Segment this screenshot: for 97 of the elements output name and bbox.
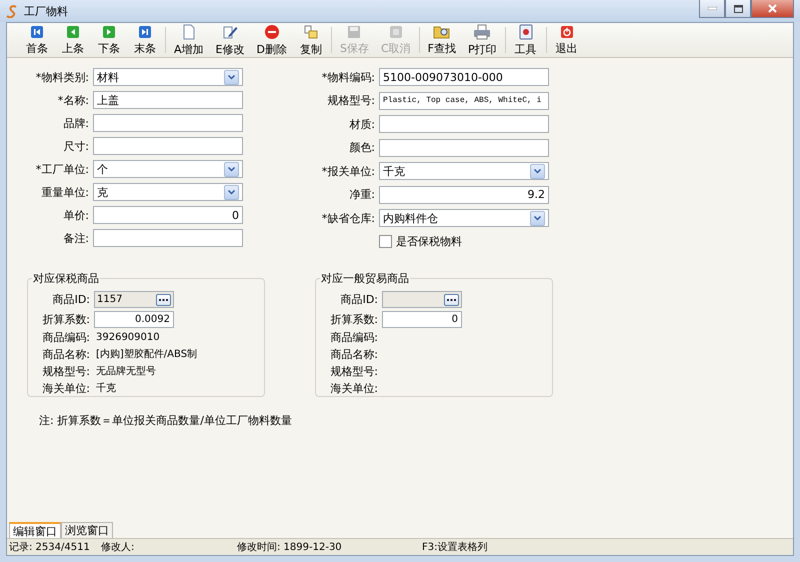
- field-label: 规格型号:: [41, 364, 90, 380]
- toolbar-button[interactable]: D删除: [250, 23, 293, 57]
- chevron-down-icon: [228, 74, 235, 80]
- field-label: *物料类别:: [34, 70, 89, 84]
- field-label: 材质:: [348, 116, 375, 132]
- pencil-icon: [222, 24, 238, 40]
- status-text: 修改人:: [100, 541, 136, 554]
- input-field[interactable]: 0: [382, 311, 462, 328]
- skip-icon: [138, 24, 152, 38]
- dropdown[interactable]: 个: [93, 160, 243, 178]
- minimize-icon: [708, 7, 716, 10]
- toolbar-button[interactable]: E修改: [210, 23, 250, 57]
- dropdown[interactable]: 内购料件仓: [379, 209, 549, 227]
- field-label: 净重:: [348, 187, 375, 202]
- input-field[interactable]: 0.0092: [94, 311, 174, 328]
- chevron-down-icon: [534, 216, 541, 220]
- maximize-icon: [734, 4, 742, 12]
- field-label: 海关单位:: [41, 381, 90, 397]
- copy-icon: [302, 24, 319, 40]
- power-icon: [560, 24, 574, 38]
- input-field[interactable]: [379, 138, 549, 156]
- field-label: *名称:: [56, 92, 89, 108]
- input-field[interactable]: Plastic, Top case, ABS, WhiteC, i: [379, 92, 549, 110]
- field-value: 千克: [95, 382, 116, 396]
- folder-icon: [432, 24, 451, 39]
- dropdown[interactable]: 材料: [93, 68, 243, 86]
- field-label: 重量单位:: [40, 184, 89, 200]
- tab[interactable]: 浏览窗口: [61, 522, 113, 538]
- toolbar-button[interactable]: 首条: [19, 23, 55, 57]
- status-text: F3:设置表格列: [421, 540, 488, 554]
- toolbar-button[interactable]: 上条: [55, 23, 91, 57]
- field-label: 规格型号:: [326, 93, 375, 108]
- ellipsis-button[interactable]: [444, 294, 459, 306]
- window-title: 工厂物料: [24, 4, 69, 18]
- field-label: 海关单位:: [329, 381, 378, 397]
- field-label: 商品编码:: [329, 330, 378, 346]
- toolbar-button[interactable]: 末条: [127, 23, 163, 57]
- lookup-field[interactable]: 1157: [94, 291, 174, 308]
- field-label: 尺寸:: [62, 138, 89, 154]
- field-label: *工厂单位:: [34, 162, 89, 176]
- checkbox[interactable]: [379, 234, 392, 248]
- field-label: 折算系数:: [41, 312, 90, 328]
- minimize-button[interactable]: [699, 0, 725, 18]
- toolbar-button[interactable]: 复制: [292, 23, 329, 57]
- tab[interactable]: 编辑窗口: [9, 522, 61, 538]
- toolbar-button[interactable]: A增加: [168, 23, 210, 57]
- status-text: 记录: 2534/4511: [8, 541, 91, 554]
- group-title: 对应一般贸易商品: [320, 271, 410, 286]
- field-label: 商品编码:: [41, 330, 90, 346]
- input-field[interactable]: [93, 114, 243, 132]
- input-field[interactable]: 9.2: [379, 186, 549, 204]
- field-label: 规格型号:: [329, 364, 378, 380]
- checkbox-label: 是否保税物料: [396, 234, 462, 249]
- toolbar-button[interactable]: 下条: [91, 23, 127, 57]
- toolbar-button[interactable]: F查找: [422, 23, 462, 57]
- dropdown[interactable]: 千克: [379, 162, 549, 180]
- play-icon: [102, 24, 116, 38]
- note-text: 注: 折算系数＝单位报关商品数量/单位工厂物料数量: [39, 413, 293, 428]
- group-title: 对应保税商品: [32, 271, 100, 286]
- toolbar-button[interactable]: 工具: [508, 23, 544, 57]
- field-label: 品牌:: [62, 116, 89, 130]
- input-field[interactable]: 5100-009073010-000: [379, 68, 549, 86]
- field-label: *缺省仓库:: [320, 210, 375, 226]
- toolbar-button[interactable]: 退出: [548, 23, 585, 57]
- close-icon: [768, 4, 777, 13]
- field-label: *报关单位:: [320, 164, 375, 179]
- input-field[interactable]: [379, 115, 549, 133]
- field-value: 无品牌无型号: [95, 364, 156, 379]
- toolbar-button[interactable]: P打印: [462, 23, 503, 57]
- input-field[interactable]: 上盖: [93, 91, 243, 109]
- dropdown[interactable]: 克: [93, 183, 243, 201]
- field-label: 商品名称:: [41, 347, 90, 363]
- field-value: [内购]塑胶配件/ABS制: [95, 348, 198, 362]
- field-label: 颜色:: [348, 140, 375, 156]
- input-field[interactable]: [93, 229, 243, 247]
- chevron-down-icon: [228, 166, 235, 172]
- close-button[interactable]: [751, 0, 794, 18]
- field-label: 折算系数:: [329, 312, 378, 328]
- maximize-button[interactable]: [725, 0, 751, 18]
- lookup-field[interactable]: [382, 291, 462, 308]
- document-icon: [182, 24, 196, 40]
- ellipsis-button[interactable]: [156, 294, 171, 306]
- field-label: 商品ID:: [340, 292, 378, 308]
- play-icon: [66, 24, 80, 38]
- field-label: 单价:: [62, 208, 89, 222]
- skip-icon: [30, 24, 44, 38]
- status-text: 修改时间: 1899-12-30: [236, 540, 343, 554]
- chevron-down-icon: [534, 168, 541, 174]
- field-label: 商品ID:: [52, 292, 90, 308]
- field-label: 备注:: [62, 230, 89, 246]
- field-label: 商品名称:: [329, 347, 378, 363]
- field-label: *物料编码:: [320, 70, 375, 85]
- field-value: 3926909010: [95, 331, 160, 345]
- chevron-down-icon: [228, 190, 235, 194]
- no-entry-icon: [264, 24, 280, 40]
- input-field[interactable]: 0: [93, 206, 243, 224]
- input-field[interactable]: [93, 137, 243, 155]
